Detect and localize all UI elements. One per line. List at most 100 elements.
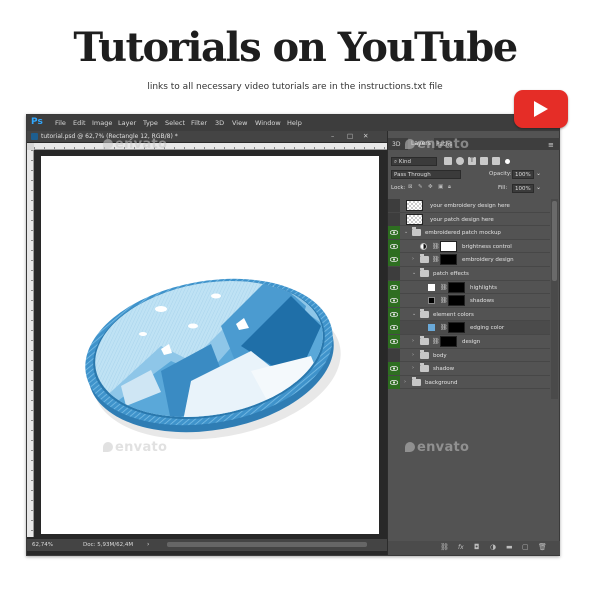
layers-scrollbar[interactable] bbox=[551, 199, 558, 399]
layer-row[interactable]: ⌄ patch effects bbox=[388, 267, 550, 281]
layer-row[interactable]: your embroidery design here bbox=[388, 199, 550, 213]
layer-row-selected[interactable]: ⛓ edging color bbox=[388, 321, 550, 335]
status-menu-arrow[interactable]: › bbox=[147, 541, 149, 548]
visibility-toggle[interactable] bbox=[388, 212, 400, 226]
fill-chevron-icon[interactable]: ⌄ bbox=[536, 184, 541, 191]
tab-3d[interactable]: 3D bbox=[392, 141, 400, 148]
filter-toggle-icon[interactable] bbox=[505, 159, 510, 164]
visibility-toggle[interactable] bbox=[388, 348, 400, 362]
menu-edit[interactable]: Edit bbox=[73, 119, 86, 127]
layer-row[interactable]: › background bbox=[388, 375, 550, 390]
horizontal-ruler[interactable] bbox=[34, 143, 387, 150]
envato-watermark: envato bbox=[405, 137, 469, 152]
layer-name: design bbox=[462, 339, 481, 345]
scroll-thumb[interactable] bbox=[552, 201, 557, 281]
layer-mask-thumbnail bbox=[448, 295, 465, 307]
visibility-toggle[interactable] bbox=[388, 335, 400, 348]
link-icon: ⛓ bbox=[432, 256, 440, 264]
layer-row[interactable]: › shadow bbox=[388, 362, 550, 376]
fill-input[interactable]: 100% bbox=[512, 184, 534, 193]
visibility-toggle[interactable] bbox=[388, 199, 400, 212]
visibility-toggle[interactable] bbox=[388, 239, 400, 253]
youtube-button[interactable] bbox=[514, 90, 568, 128]
layer-thumbnail bbox=[406, 213, 423, 225]
shape-filter-icon[interactable] bbox=[480, 157, 488, 165]
type-filter-icon[interactable]: T bbox=[468, 157, 476, 165]
visibility-toggle[interactable] bbox=[388, 375, 400, 389]
visibility-toggle[interactable] bbox=[388, 321, 400, 335]
collapse-chevron-icon[interactable]: › bbox=[412, 256, 414, 262]
doc-close-button[interactable]: ✕ bbox=[363, 132, 368, 140]
layer-row[interactable]: ⛓ brightness control bbox=[388, 239, 550, 254]
layer-row[interactable]: › body bbox=[388, 348, 550, 363]
visibility-toggle[interactable] bbox=[388, 267, 400, 280]
visibility-toggle[interactable] bbox=[388, 307, 400, 321]
photoshop-logo: Ps bbox=[31, 117, 43, 127]
document-canvas[interactable] bbox=[41, 156, 379, 534]
horizontal-scrollbar[interactable] bbox=[167, 542, 367, 547]
lock-all-icon[interactable]: 🔒︎ bbox=[448, 184, 451, 191]
doc-minimize-button[interactable]: – bbox=[331, 132, 334, 140]
opacity-input[interactable]: 100% bbox=[512, 170, 534, 179]
expand-chevron-icon[interactable]: ⌄ bbox=[412, 270, 416, 276]
visibility-toggle[interactable] bbox=[388, 362, 400, 376]
adjustment-filter-icon[interactable] bbox=[456, 157, 464, 165]
collapse-chevron-icon[interactable]: › bbox=[412, 338, 414, 344]
layer-row[interactable]: ⛓ shadows bbox=[388, 294, 550, 308]
layer-row[interactable]: ⛓ highlights bbox=[388, 280, 550, 295]
visibility-toggle[interactable] bbox=[388, 280, 400, 294]
fx-icon[interactable]: fx bbox=[458, 544, 464, 551]
menu-file[interactable]: File bbox=[55, 119, 66, 127]
expand-chevron-icon[interactable]: ⌄ bbox=[412, 311, 416, 317]
blend-mode-dropdown[interactable]: Pass Through bbox=[391, 170, 461, 179]
menu-filter[interactable]: Filter bbox=[191, 119, 207, 127]
expand-chevron-icon[interactable]: ⌄ bbox=[404, 229, 408, 235]
filter-kind-dropdown[interactable]: ⌕ Kind bbox=[391, 157, 437, 166]
panel-menu-icon[interactable]: ≡ bbox=[548, 141, 554, 149]
layer-row[interactable]: ⌄ embroidered patch mockup bbox=[388, 226, 550, 240]
lock-image-icon[interactable]: ✎ bbox=[418, 184, 423, 190]
smart-object-filter-icon[interactable] bbox=[492, 157, 500, 165]
opacity-chevron-icon[interactable]: ⌄ bbox=[536, 170, 541, 177]
collapse-chevron-icon[interactable]: › bbox=[412, 365, 414, 371]
menu-3d[interactable]: 3D bbox=[215, 119, 224, 127]
layer-row[interactable]: › ⛓ embroidery design bbox=[388, 253, 550, 267]
eye-icon bbox=[390, 379, 398, 385]
zoom-level[interactable]: 62,74% bbox=[32, 542, 53, 548]
eye-icon bbox=[390, 366, 398, 372]
lock-transparent-icon[interactable]: ⊠ bbox=[408, 184, 413, 190]
visibility-toggle[interactable] bbox=[388, 253, 400, 267]
menu-layer[interactable]: Layer bbox=[118, 119, 136, 127]
visibility-toggle[interactable] bbox=[388, 294, 400, 308]
layer-name: embroidery design bbox=[462, 257, 514, 264]
adjustment-icon[interactable]: ◑ bbox=[490, 543, 496, 551]
menu-select[interactable]: Select bbox=[165, 119, 185, 127]
new-group-icon[interactable]: ▬ bbox=[506, 543, 513, 551]
layer-row[interactable]: your patch design here bbox=[388, 212, 550, 227]
status-bar: 62,74% Doc: 5,93M/62,4M › bbox=[27, 539, 387, 551]
menu-view[interactable]: View bbox=[232, 119, 247, 127]
trash-icon[interactable]: 🗑︎ bbox=[538, 543, 547, 551]
layer-mask-thumbnail bbox=[440, 240, 457, 252]
visibility-toggle[interactable] bbox=[388, 226, 400, 240]
menu-help[interactable]: Help bbox=[287, 119, 302, 127]
lock-position-icon[interactable]: ✥ bbox=[428, 184, 433, 190]
new-layer-icon[interactable]: ▢ bbox=[522, 543, 529, 551]
collapse-chevron-icon[interactable]: › bbox=[404, 379, 406, 385]
menu-type[interactable]: Type bbox=[143, 119, 158, 127]
lock-row: Lock: ⊠ ✎ ✥ ▣ 🔒︎ Fill: 100% ⌄ bbox=[388, 182, 560, 194]
photoshop-window: Ps File Edit Image Layer Type Select Fil… bbox=[26, 114, 560, 556]
lock-artboard-icon[interactable]: ▣ bbox=[438, 184, 443, 190]
menu-image[interactable]: Image bbox=[92, 119, 112, 127]
document-tab[interactable]: tutorial.psd @ 62,7% (Rectangle 12, RGB/… bbox=[27, 131, 387, 143]
layer-row[interactable]: ⌄ element colors bbox=[388, 307, 550, 322]
vertical-ruler[interactable] bbox=[27, 150, 34, 537]
menu-window[interactable]: Window bbox=[255, 119, 281, 127]
layer-row[interactable]: › ⛓ design bbox=[388, 335, 550, 349]
embroidered-patch-image bbox=[85, 274, 341, 440]
link-layers-icon[interactable]: ⛓ bbox=[440, 543, 449, 551]
add-mask-icon[interactable]: ◘ bbox=[474, 543, 480, 551]
collapse-chevron-icon[interactable]: › bbox=[412, 352, 414, 358]
pixel-filter-icon[interactable] bbox=[444, 157, 452, 165]
doc-maximize-button[interactable]: □ bbox=[347, 132, 353, 140]
